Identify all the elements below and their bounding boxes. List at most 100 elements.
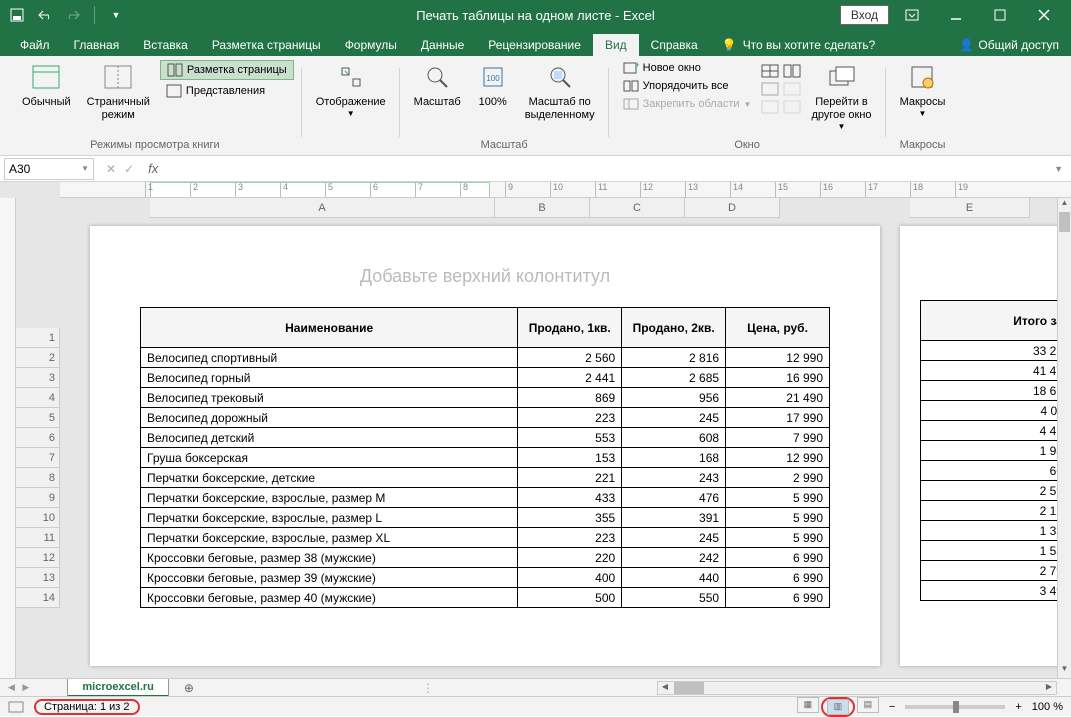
tell-me-search[interactable]: 💡 Что вы хотите сделать? [710, 34, 888, 56]
tab-help[interactable]: Справка [639, 34, 710, 56]
cell[interactable]: 553 [518, 428, 622, 448]
cell[interactable]: 153 [518, 448, 622, 468]
minimize-icon[interactable] [935, 0, 977, 30]
cell[interactable]: Перчатки боксерские, детские [141, 468, 518, 488]
cell[interactable]: 433 [518, 488, 622, 508]
custom-views-button[interactable]: Представления [160, 82, 294, 100]
cell[interactable]: 223 [518, 528, 622, 548]
ribbon-options-icon[interactable] [891, 0, 933, 30]
cell[interactable]: 550 [622, 588, 726, 608]
reset-pos-icon[interactable] [783, 100, 801, 114]
row-header[interactable]: 8 [16, 468, 60, 488]
zoom-100-button[interactable]: 100 100% [471, 60, 515, 111]
cell[interactable]: 245 [622, 408, 726, 428]
cell[interactable]: 2 126 450 [921, 501, 1058, 521]
row-header[interactable]: 14 [16, 588, 60, 608]
scroll-right-icon[interactable]: ▶ [1042, 682, 1056, 694]
row-header[interactable]: 2 [16, 348, 60, 368]
page-break-statusbtn[interactable]: ▤ [857, 697, 879, 713]
page-break-view-button[interactable]: Страничный режим [81, 60, 156, 124]
cell[interactable]: 608 [622, 428, 726, 448]
cell[interactable]: Велосипед дорожный [141, 408, 518, 428]
cell[interactable]: 355 [518, 508, 622, 528]
normal-view-statusbtn[interactable]: ▦ [797, 697, 819, 713]
cell[interactable]: 7 990 [726, 428, 830, 448]
undo-icon[interactable] [34, 4, 56, 26]
row-header[interactable]: 3 [16, 368, 60, 388]
tab-view[interactable]: Вид [593, 34, 639, 56]
scroll-left-icon[interactable]: ◀ [658, 682, 672, 694]
cell[interactable]: 243 [622, 468, 726, 488]
split-icon[interactable] [761, 64, 779, 78]
tab-insert[interactable]: Вставка [131, 34, 200, 56]
cell[interactable]: 3 495 000 [921, 581, 1058, 601]
arrange-all-button[interactable]: Упорядочить все [617, 78, 758, 94]
row-header[interactable]: 12 [16, 548, 60, 568]
unhide-icon[interactable] [761, 100, 779, 114]
show-button[interactable]: Отображение▼ [310, 60, 392, 121]
cell[interactable]: 2 593 670 [921, 481, 1058, 501]
cell[interactable]: 16 990 [726, 368, 830, 388]
login-button[interactable]: Вход [840, 5, 889, 25]
save-icon[interactable] [6, 4, 28, 26]
formula-expand-icon[interactable]: ▼ [1046, 164, 1071, 174]
zoom-selection-button[interactable]: Масштаб по выделенному [519, 60, 601, 124]
cell[interactable]: 17 990 [726, 408, 830, 428]
cell[interactable]: 21 490 [726, 388, 830, 408]
cell[interactable]: 245 [622, 528, 726, 548]
cell[interactable]: 1 987 470 [921, 441, 1058, 461]
cell[interactable]: Кроссовки беговые, размер 38 (мужские) [141, 548, 518, 568]
column-header[interactable]: Продано, 2кв. [622, 308, 726, 348]
cell[interactable]: Перчатки боксерские, взрослые, размер M [141, 488, 518, 508]
view-side-icon[interactable] [783, 64, 801, 78]
tab-review[interactable]: Рецензирование [476, 34, 593, 56]
record-macro-icon[interactable] [8, 701, 24, 713]
cell[interactable]: 5 990 [726, 488, 830, 508]
add-sheet-button[interactable]: ⊕ [179, 681, 199, 695]
normal-view-button[interactable]: Обычный [16, 60, 77, 111]
cell[interactable]: 12 990 [726, 348, 830, 368]
cell[interactable]: 956 [622, 388, 726, 408]
row-header[interactable]: 4 [16, 388, 60, 408]
cell[interactable]: Перчатки боксерские, взрослые, размер L [141, 508, 518, 528]
scroll-thumb-v[interactable] [1059, 212, 1070, 232]
row-header[interactable]: 6 [16, 428, 60, 448]
redo-icon[interactable] [62, 4, 84, 26]
cell[interactable]: 4 011 770 [921, 401, 1058, 421]
zoom-in-icon[interactable]: + [1015, 701, 1021, 713]
zoom-value[interactable]: 100 % [1032, 701, 1063, 713]
cell[interactable]: 4 418 470 [921, 421, 1058, 441]
formula-input[interactable] [164, 158, 1046, 180]
freeze-panes-button[interactable]: Закрепить области ▼ [617, 96, 758, 112]
column-header[interactable]: Наименование [141, 308, 518, 348]
cell[interactable]: Кроссовки беговые, размер 39 (мужские) [141, 568, 518, 588]
row-header[interactable]: 7 [16, 448, 60, 468]
cell[interactable]: Велосипед детский [141, 428, 518, 448]
cell[interactable]: Велосипед трековый [141, 388, 518, 408]
row-header[interactable]: 5 [16, 408, 60, 428]
close-icon[interactable] [1023, 0, 1065, 30]
row-header[interactable]: 13 [16, 568, 60, 588]
sheet-nav-icon[interactable]: ◀ ▶ [0, 682, 37, 693]
tab-page-layout[interactable]: Разметка страницы [200, 34, 333, 56]
tab-file[interactable]: Файл [8, 34, 62, 56]
cell[interactable]: 2 990 [726, 468, 830, 488]
horizontal-ruler[interactable]: /* ticks below */ 1234567891011121314151… [60, 182, 1071, 198]
cell[interactable]: 168 [622, 448, 726, 468]
name-box[interactable]: A30 ▼ [4, 158, 94, 180]
cell[interactable]: 12 990 [726, 448, 830, 468]
cell[interactable]: 5 990 [726, 508, 830, 528]
vertical-ruler[interactable] [0, 198, 16, 678]
cell[interactable]: 1 537 800 [921, 541, 1058, 561]
cancel-formula-icon[interactable]: ✕ [106, 162, 116, 176]
new-window-button[interactable]: +Новое окно [617, 60, 758, 76]
page-layout-statusbtn[interactable]: ▥ [827, 699, 849, 715]
column-header[interactable]: Продано, 1кв. [518, 308, 622, 348]
cell[interactable]: 2 796 000 [921, 561, 1058, 581]
cell[interactable]: 400 [518, 568, 622, 588]
cell[interactable]: 221 [518, 468, 622, 488]
scroll-down-icon[interactable]: ▼ [1058, 664, 1071, 678]
cell[interactable]: 41 472 590 [921, 361, 1058, 381]
tab-data[interactable]: Данные [409, 34, 476, 56]
sheet-tab[interactable]: microexcel.ru [67, 679, 169, 697]
